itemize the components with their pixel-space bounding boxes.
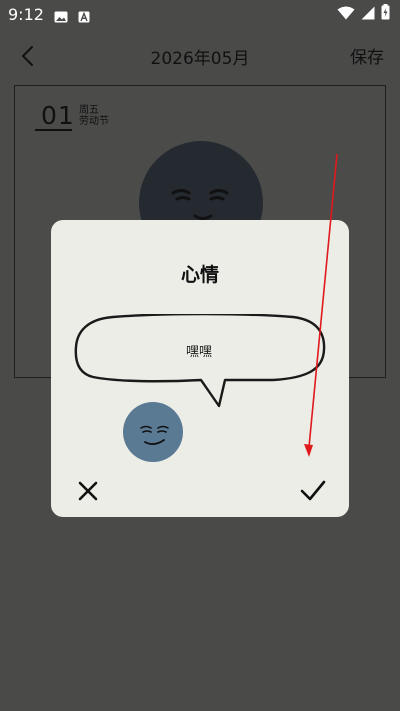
save-button[interactable]: 保存 xyxy=(350,43,384,68)
signal-icon xyxy=(361,5,375,24)
font-icon xyxy=(78,8,92,23)
dialog-title: 心情 xyxy=(180,264,219,286)
close-icon[interactable] xyxy=(75,478,101,504)
mood-face-icon[interactable] xyxy=(121,400,185,464)
check-icon[interactable] xyxy=(299,478,327,504)
app-bar: 2026年05月 保存 xyxy=(0,36,400,74)
holiday-label: 劳动节 xyxy=(79,116,109,127)
date-meta: 周五 劳动节 xyxy=(79,105,109,127)
weekday-label: 周五 xyxy=(79,105,99,116)
image-icon xyxy=(54,8,68,23)
status-bar: 9:12 xyxy=(0,0,400,28)
mood-text[interactable]: 嘿嘿 xyxy=(73,341,325,360)
date-underline xyxy=(35,129,72,131)
mood-dialog: 心情 嘿嘿 xyxy=(51,220,349,517)
speech-bubble[interactable] xyxy=(73,314,327,410)
wifi-icon xyxy=(337,5,355,24)
page-title: 2026年05月 xyxy=(150,49,250,69)
date-day: 01 xyxy=(41,101,75,130)
status-time: 9:12 xyxy=(8,4,44,24)
battery-icon xyxy=(381,4,390,24)
